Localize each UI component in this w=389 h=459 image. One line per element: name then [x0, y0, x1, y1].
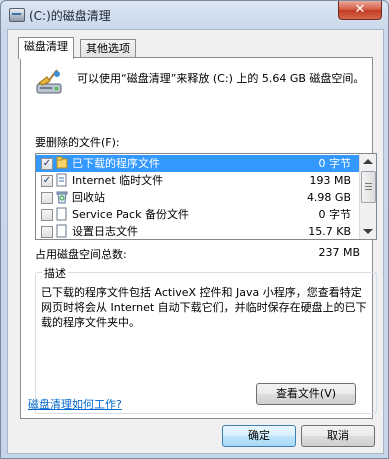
how-disk-cleanup-works-link[interactable]: 磁盘清理如何工作? — [28, 396, 122, 412]
file-checkbox[interactable] — [41, 192, 53, 204]
file-name: 已下载的程序文件 — [72, 157, 160, 170]
file-size: 0 字节 — [318, 208, 352, 221]
list-scrollbar[interactable] — [359, 154, 376, 239]
scroll-up-arrow-icon[interactable] — [363, 159, 373, 164]
close-button[interactable]: ✕ — [338, 1, 382, 20]
file-row[interactable]: ✓ 已下载的程序文件 0 字节 — [36, 155, 359, 172]
file-row[interactable]: Service Pack 备份文件 0 字节 — [36, 206, 359, 223]
file-name: 设置日志文件 — [72, 225, 138, 238]
disk-cleanup-window: (C:)的磁盘清理 ✕ 磁盘清理 其他选项 可以使用“磁盘清理”来释放 (C:)… — [0, 0, 389, 459]
description-text: 已下载的程序文件包括 ActiveX 控件和 Java 小程序，您查看特定网页时… — [41, 286, 367, 329]
files-to-delete-label: 要删除的文件(F): — [35, 136, 120, 149]
file-size: 4.98 GB — [306, 191, 351, 204]
summary-text: 可以使用“磁盘清理”来释放 (C:) 上的 5.64 GB 磁盘空间。 — [77, 72, 365, 85]
total-space-label: 占用磁盘空间总数: — [35, 248, 127, 261]
file-size: 0 字节 — [318, 157, 352, 170]
view-files-button[interactable]: 查看文件(V) — [256, 383, 356, 405]
file-name: Service Pack 备份文件 — [72, 208, 189, 221]
file-name: 回收站 — [72, 191, 105, 204]
document-icon — [56, 173, 67, 187]
file-row[interactable]: 回收站 4.98 GB — [36, 189, 359, 206]
file-checkbox[interactable] — [41, 209, 53, 221]
file-name: Internet 临时文件 — [72, 174, 164, 187]
files-list[interactable]: ✓ 已下载的程序文件 0 字节 ✓ Internet 临时文件 193 MB 回… — [35, 153, 377, 240]
disk-cleanup-broom-icon — [36, 69, 62, 94]
document-icon — [56, 207, 67, 221]
file-checkbox[interactable]: ✓ — [41, 158, 53, 170]
file-row[interactable]: 设置日志文件 15.7 KB — [36, 223, 359, 239]
ok-button[interactable]: 确定 — [222, 425, 296, 447]
file-size: 193 MB — [309, 174, 351, 187]
scroll-down-arrow-icon[interactable] — [363, 229, 373, 234]
file-size: 15.7 KB — [308, 225, 351, 238]
description-label: 描述 — [42, 265, 68, 281]
description-group: 描述 已下载的程序文件包括 ActiveX 控件和 Java 小程序，您查看特定… — [35, 265, 377, 414]
disk-cleanup-app-icon — [9, 8, 25, 22]
file-checkbox[interactable]: ✓ — [41, 175, 53, 187]
window-title: (C:)的磁盘清理 — [29, 9, 111, 23]
scroll-thumb[interactable] — [361, 171, 376, 203]
file-checkbox[interactable] — [41, 226, 53, 238]
file-row[interactable]: ✓ Internet 临时文件 193 MB — [36, 172, 359, 189]
total-space-value: 237 MB — [318, 246, 360, 259]
document-icon — [56, 224, 67, 238]
tab-more-options[interactable]: 其他选项 — [80, 39, 136, 58]
folder-icon — [56, 156, 68, 169]
tab-disk-cleanup[interactable]: 磁盘清理 — [18, 37, 74, 59]
dialog-body: 磁盘清理 其他选项 可以使用“磁盘清理”来释放 (C:) 上的 5.64 GB … — [7, 29, 384, 454]
tab-panel: 可以使用“磁盘清理”来释放 (C:) 上的 5.64 GB 磁盘空间。 要删除的… — [20, 57, 377, 419]
cancel-button[interactable]: 取消 — [301, 425, 375, 447]
recycle-bin-icon — [56, 191, 68, 204]
title-bar[interactable]: (C:)的磁盘清理 ✕ — [1, 1, 388, 29]
